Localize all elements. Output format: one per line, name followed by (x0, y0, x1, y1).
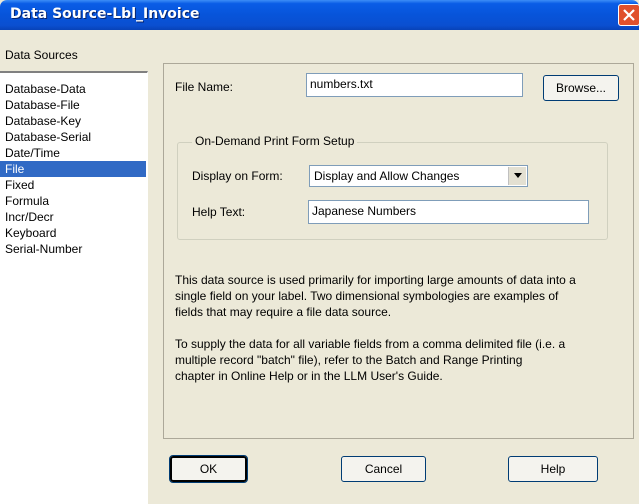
list-item-database-serial[interactable]: Database-Serial (0, 129, 146, 145)
title-bar[interactable]: Data Source-Lbl_Invoice (0, 0, 639, 30)
help-text-input[interactable]: Japanese Numbers (308, 200, 589, 224)
window-title: Data Source-Lbl_Invoice (10, 6, 200, 22)
description-line: multiple record "batch" file), refer to … (175, 353, 523, 367)
description-line: fields that may require a file data sour… (175, 305, 392, 319)
list-item-file[interactable]: File (0, 161, 146, 177)
display-on-form-label: Display on Form: (192, 169, 283, 183)
description-paragraph-1: This data source is used primarily for i… (175, 272, 615, 320)
chevron-down-icon (514, 173, 522, 178)
list-item-serial-number[interactable]: Serial-Number (0, 241, 146, 257)
description-line: single field on your label. Two dimensio… (175, 289, 559, 303)
description-line: chapter in Online Help or in the LLM Use… (175, 369, 443, 383)
dialog-window: Data Source-Lbl_Invoice Data Sources Dat… (0, 0, 639, 504)
list-item-date-time[interactable]: Date/Time (0, 145, 146, 161)
list-item-incr-decr[interactable]: Incr/Decr (0, 209, 146, 225)
file-name-label: File Name: (175, 80, 234, 94)
list-item-database-data[interactable]: Database-Data (0, 81, 146, 97)
display-on-form-value: Display and Allow Changes (314, 169, 460, 183)
list-item-database-key[interactable]: Database-Key (0, 113, 146, 129)
help-text-label: Help Text: (192, 205, 246, 219)
list-item-fixed[interactable]: Fixed (0, 177, 146, 193)
description-line: To supply the data for all variable fiel… (175, 337, 566, 351)
data-sources-list[interactable]: Database-Data Database-File Database-Key… (0, 71, 148, 504)
display-on-form-select[interactable]: Display and Allow Changes (309, 165, 528, 187)
cancel-button[interactable]: Cancel (341, 456, 426, 482)
print-form-setup-group (177, 142, 608, 240)
dropdown-button[interactable] (508, 167, 526, 185)
file-name-input[interactable]: numbers.txt (306, 73, 523, 97)
description-paragraph-2: To supply the data for all variable fiel… (175, 336, 615, 384)
browse-button[interactable]: Browse... (543, 75, 619, 101)
list-item-database-file[interactable]: Database-File (0, 97, 146, 113)
help-button[interactable]: Help (508, 456, 598, 482)
data-sources-heading: Data Sources (5, 48, 78, 62)
list-item-keyboard[interactable]: Keyboard (0, 225, 146, 241)
ok-button[interactable]: OK (169, 455, 248, 483)
description-line: This data source is used primarily for i… (175, 273, 576, 287)
close-icon (623, 9, 635, 21)
list-item-formula[interactable]: Formula (0, 193, 146, 209)
close-button[interactable] (618, 4, 639, 26)
group-title: On-Demand Print Form Setup (192, 134, 358, 148)
